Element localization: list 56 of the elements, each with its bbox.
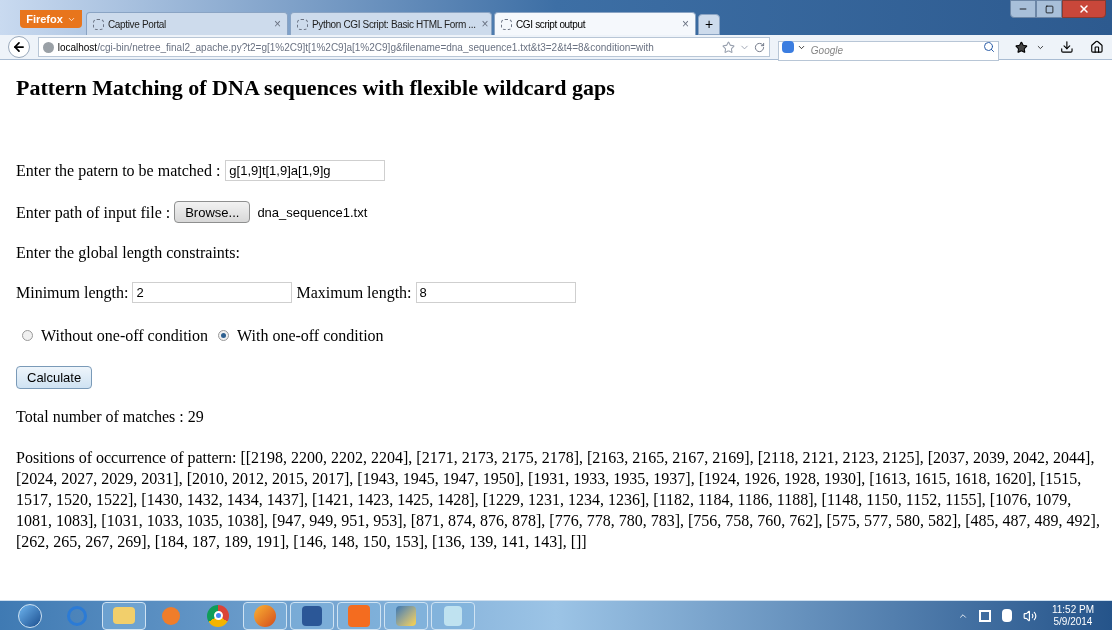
restore-icon — [1044, 4, 1054, 14]
page-heading: Pattern Matching of DNA sequences with flexible wildcard gaps — [16, 75, 616, 101]
restore-button[interactable] — [1036, 0, 1062, 18]
minimize-button[interactable] — [1010, 0, 1036, 18]
pattern-field[interactable]: g[1,9]t[1,9]a[1,9]g — [225, 160, 386, 181]
radio-label: Without one-off condition — [41, 326, 209, 346]
tab-close-button[interactable]: × — [274, 15, 281, 33]
bookmarks-icon[interactable] — [1014, 40, 1028, 54]
folder-icon[interactable] — [102, 601, 146, 630]
radio-label: With one-off condition — [237, 326, 384, 346]
new-tab-button[interactable]: + — [698, 14, 720, 35]
pattern-label: Enter the patern to be matched : — [16, 161, 221, 181]
tab-title: Python CGI Script: Basic HTML Form ... — [312, 17, 476, 32]
constraints-label: Enter the global length constraints: — [16, 243, 241, 263]
browser-tab[interactable]: Python CGI Script: Basic HTML Form ... × — [290, 12, 492, 35]
min-length-field[interactable]: 2 — [132, 282, 293, 303]
calculate-button[interactable]: Calculate — [16, 366, 93, 389]
browser-tab[interactable]: Captive Portal × — [86, 12, 288, 35]
close-icon — [1078, 3, 1090, 15]
back-button[interactable] — [8, 36, 30, 58]
volume-icon[interactable] — [1022, 608, 1037, 623]
globe-icon — [42, 41, 54, 53]
min-length-label: Minimum length: — [16, 283, 129, 303]
reload-icon[interactable] — [753, 41, 765, 53]
bookmark-star-icon[interactable] — [721, 40, 735, 54]
radio-button[interactable] — [22, 330, 33, 341]
tab-title: Captive Portal — [108, 17, 167, 32]
browse-button[interactable]: Browse... — [174, 201, 251, 223]
word-icon[interactable] — [290, 601, 334, 630]
file-name: dna_sequence1.txt — [257, 203, 368, 222]
radio-button[interactable] — [218, 330, 230, 341]
xampp-icon[interactable] — [337, 601, 381, 630]
home-icon[interactable] — [1090, 40, 1104, 54]
back-arrow-icon — [11, 40, 26, 54]
total-matches-text: Total number of matches : 29 — [16, 407, 205, 427]
search-icon[interactable] — [982, 41, 995, 53]
page-icon — [501, 18, 512, 30]
max-length-label: Maximum length: — [296, 283, 412, 303]
network-icon[interactable] — [978, 609, 991, 622]
max-length-field[interactable]: 8 — [415, 282, 576, 303]
clock[interactable]: 11:52 PM 5/9/2014 — [1051, 603, 1094, 628]
caret-icon — [796, 43, 806, 52]
url-text: localhost/cgi-bin/netree_final2_apache.py?t2=g[1%2C9]t[1%2C9]a[1%2C9]g&filename=dna_sequence1.txt&t3=2&t4=8&condition=with — [57, 40, 655, 55]
firefox-icon[interactable] — [243, 601, 287, 630]
tab-close-button[interactable]: × — [682, 15, 689, 33]
close-button[interactable] — [1062, 0, 1106, 18]
python-icon[interactable] — [384, 601, 428, 630]
tab-title: CGI script output — [516, 17, 587, 32]
tab-close-button[interactable]: × — [481, 15, 489, 33]
browser-tab[interactable]: CGI script output × — [494, 12, 696, 35]
power-icon[interactable] — [1001, 609, 1012, 622]
download-icon[interactable] — [1060, 40, 1075, 54]
file-label: Enter path of input file : — [16, 202, 171, 223]
address-field[interactable]: localhost/cgi-bin/netree_final2_apache.py?t2=g[1%2C9]t[1%2C9]a[1%2C9]g&filename=dna_sequence1.txt&t3=2&t4=8&condition=with — [37, 37, 770, 57]
search-field[interactable]: Google — [777, 40, 999, 61]
positions-text: Positions of occurrence of pattern: [[2198, 2200, 2202, 2204], [2171, 2173, 2175, 2178], [2163, 2165, 2167, 2169], [2118, 2121, 2123, 2125], [2037, 2039, 2042, 2044], [2024, 2027, 2029, 2031], [2010, 2012, 2015, 2017], [1943, 1945, 1947, 1950], [1931, 1933, 1935, 1937], [1924, 1926, 1928, 1930], [1613, 1615, 1618, 1620], [1515, 1517, 1520, 1522], [1430, 1432, 1434, 1437], [1421, 1423, 1425, 1428], [1229, 1231, 1234, 1236], [1182, 1184, 1186, 1188], [1148, 1150, 1152, 1155], [1076, 1079, 1081, 1083], [1031, 1033, 1035, 1038], [947, 949, 951, 953], [871, 874, 876, 878], [776, 778, 780, 783], [756, 758, 760, 762], [575, 577, 580, 582], [485, 487, 489, 492], [262, 265, 267, 269], [184, 187, 189, 191], [146, 148, 150, 153], [136, 139, 141, 143], []] — [16, 448, 1100, 552]
